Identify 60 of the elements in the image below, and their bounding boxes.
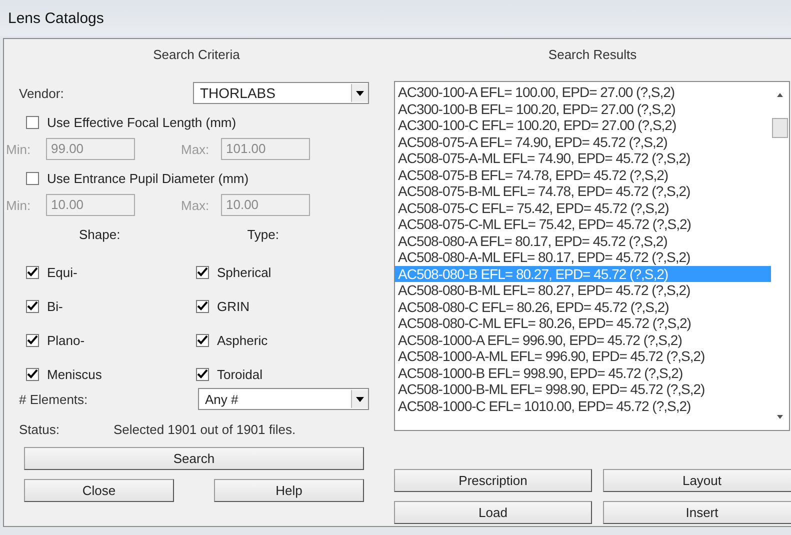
result-item[interactable]: AC508-080-C EFL= 80.26, EPD= 45.72 (?,S,2) bbox=[395, 298, 771, 315]
checkbox-label: Use Effective Focal Length (mm) bbox=[47, 114, 236, 130]
max-label: Max: bbox=[181, 198, 210, 212]
window-title: Lens Catalogs bbox=[8, 10, 104, 26]
status-label: Status: bbox=[19, 422, 60, 436]
max-label: Max: bbox=[181, 142, 210, 156]
checkbox-label: Spherical bbox=[217, 264, 272, 280]
result-item[interactable]: AC508-080-C-ML EFL= 80.26, EPD= 45.72 (?,S,2) bbox=[395, 315, 771, 332]
result-item[interactable]: AC508-080-A-ML EFL= 80.17, EPD= 45.72 (?,S,2) bbox=[395, 249, 771, 266]
checkbox[interactable] bbox=[26, 334, 39, 346]
result-item[interactable]: AC300-100-B EFL= 100.20, EPD= 27.00 (?,S,2) bbox=[395, 100, 771, 117]
vendor-label: Vendor: bbox=[19, 86, 64, 100]
checkbox[interactable] bbox=[196, 266, 209, 278]
close-button[interactable]: Close bbox=[24, 479, 174, 502]
checkbox-label: Use Entrance Pupil Diameter (mm) bbox=[47, 170, 249, 186]
section-heading: Search Criteria bbox=[152, 46, 241, 64]
checkbox-label: Plano- bbox=[47, 332, 85, 348]
checkbox[interactable] bbox=[26, 300, 39, 312]
min-label: Min: bbox=[6, 142, 32, 156]
checkbox-label: Bi- bbox=[47, 298, 63, 314]
type-heading: Type: bbox=[247, 226, 279, 242]
checkbox-label: Equi- bbox=[47, 264, 78, 280]
dialog-button[interactable]: Insert bbox=[603, 501, 791, 524]
result-item[interactable]: AC508-1000-A-ML EFL= 996.90, EPD= 45.72 (?,S,2) bbox=[395, 348, 771, 364]
section-heading: Search Results bbox=[547, 46, 638, 64]
dialog-button[interactable]: Prescription bbox=[394, 469, 592, 492]
elements-dropdown[interactable]: Any # bbox=[198, 388, 369, 410]
shape-heading: Shape: bbox=[79, 226, 120, 242]
result-item[interactable]: AC508-1000-B-ML EFL= 998.90, EPD= 45.72 (?,S,2) bbox=[395, 381, 771, 398]
vendor-dropdown[interactable]: THORLABS bbox=[193, 82, 369, 104]
checkbox-label: GRIN bbox=[217, 298, 250, 314]
checkbox[interactable] bbox=[26, 266, 39, 278]
result-item[interactable]: AC300-100-A EFL= 100.00, EPD= 27.00 (?,S,2) bbox=[395, 84, 771, 100]
result-item[interactable]: AC508-075-C-ML EFL= 75.42, EPD= 45.72 (?,S,2) bbox=[395, 216, 771, 232]
checkbox-label: Toroidal bbox=[217, 366, 263, 382]
checkbox-label: Aspheric bbox=[217, 332, 268, 348]
checkbox[interactable] bbox=[196, 300, 209, 312]
result-item[interactable]: AC508-075-A-ML EFL= 74.90, EPD= 45.72 (?,S,2) bbox=[395, 150, 771, 166]
elements-label: # Elements: bbox=[19, 392, 88, 406]
dialog-button[interactable]: Layout bbox=[603, 469, 791, 492]
checkbox[interactable] bbox=[196, 368, 209, 380]
dialog-button[interactable]: Load bbox=[394, 501, 592, 524]
result-item[interactable]: AC508-1000-A EFL= 996.90, EPD= 45.72 (?,S,2) bbox=[395, 332, 771, 348]
checkbox[interactable] bbox=[26, 368, 39, 380]
status-text: Selected 1901 out of 1901 files. bbox=[113, 422, 296, 436]
result-item[interactable]: AC508-075-B EFL= 74.78, EPD= 45.72 (?,S,2) bbox=[395, 166, 771, 183]
result-item[interactable]: AC508-1000-B EFL= 998.90, EPD= 45.72 (?,S,2) bbox=[395, 364, 771, 381]
result-item[interactable]: AC508-080-B-ML EFL= 80.27, EPD= 45.72 (?,S,2) bbox=[395, 282, 771, 298]
result-item[interactable]: AC508-075-C EFL= 75.42, EPD= 45.72 (?,S,2) bbox=[395, 200, 771, 216]
min-label: Min: bbox=[6, 198, 32, 212]
result-item[interactable]: AC508-1000-C EFL= 1010.00, EPD= 45.72 (?,S,2) bbox=[395, 398, 771, 414]
result-item[interactable]: AC508-080-A EFL= 80.17, EPD= 45.72 (?,S,2) bbox=[395, 232, 771, 249]
result-item[interactable]: AC508-075-B-ML EFL= 74.78, EPD= 45.72 (?,S,2) bbox=[395, 183, 771, 200]
checkbox[interactable] bbox=[196, 334, 209, 346]
help-button[interactable]: Help bbox=[214, 479, 364, 502]
checkbox-label: Meniscus bbox=[47, 366, 102, 382]
result-item[interactable]: AC508-075-A EFL= 74.90, EPD= 45.72 (?,S,2) bbox=[395, 134, 771, 150]
search-button[interactable]: Search bbox=[24, 447, 364, 470]
result-item[interactable]: AC300-100-C EFL= 100.20, EPD= 27.00 (?,S,2) bbox=[395, 117, 771, 134]
scroll-thumb[interactable] bbox=[772, 118, 788, 138]
